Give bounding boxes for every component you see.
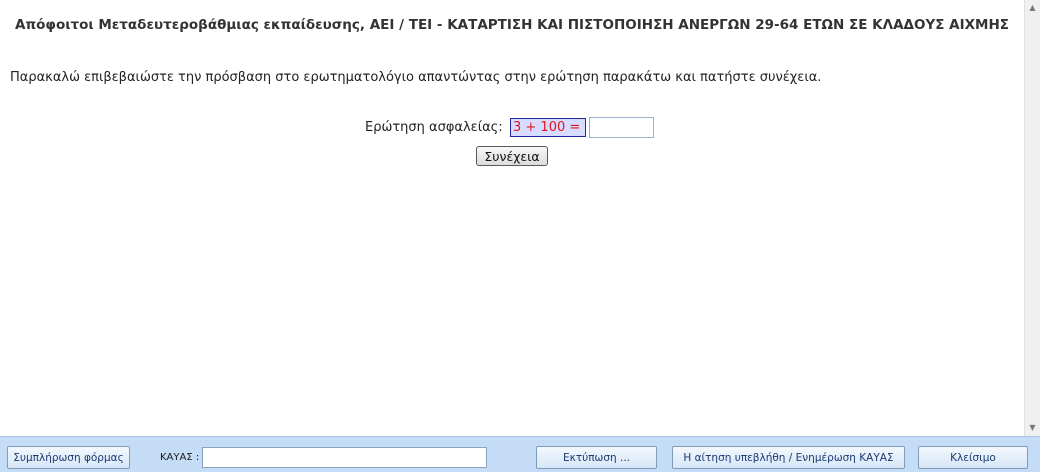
- close-button[interactable]: Κλείσιμο: [918, 446, 1028, 469]
- print-button[interactable]: Εκτύπωση ...: [536, 446, 657, 469]
- vertical-scrollbar[interactable]: ▲ ▼: [1024, 0, 1040, 436]
- application-window: Απόφοιτοι Μεταδευτεροβάθμιας εκπαίδευσης…: [0, 0, 1040, 472]
- captcha-answer-input[interactable]: [589, 117, 654, 138]
- scroll-up-arrow-icon[interactable]: ▲: [1025, 0, 1040, 16]
- page-title: Απόφοιτοι Μεταδευτεροβάθμιας εκπαίδευσης…: [15, 17, 1009, 33]
- footer-toolbar: Συμπλήρωση φόρμας ΚΑΥΑΣ : Εκτύπωση ... Η…: [0, 436, 1040, 472]
- security-question-label: Ερώτηση ασφαλείας:: [365, 120, 503, 135]
- continue-button[interactable]: Συνέχεια: [476, 146, 548, 166]
- instructions-text: Παρακαλώ επιβεβαιώστε την πρόσβαση στο ε…: [10, 70, 822, 85]
- content-area: Απόφοιτοι Μεταδευτεροβάθμιας εκπαίδευσης…: [0, 0, 1024, 436]
- scroll-down-arrow-icon[interactable]: ▼: [1025, 420, 1040, 436]
- submitted-update-kayas-button[interactable]: Η αίτηση υπεβλήθη / Ενημέρωση ΚΑΥΑΣ: [672, 446, 905, 469]
- kayas-label: ΚΑΥΑΣ :: [160, 452, 200, 463]
- kayas-input[interactable]: [202, 447, 487, 468]
- fill-form-button[interactable]: Συμπλήρωση φόρμας: [7, 446, 130, 469]
- security-question-row: Ερώτηση ασφαλείας: 3 + 100 =: [0, 117, 1024, 139]
- captcha-question: 3 + 100 =: [510, 118, 586, 137]
